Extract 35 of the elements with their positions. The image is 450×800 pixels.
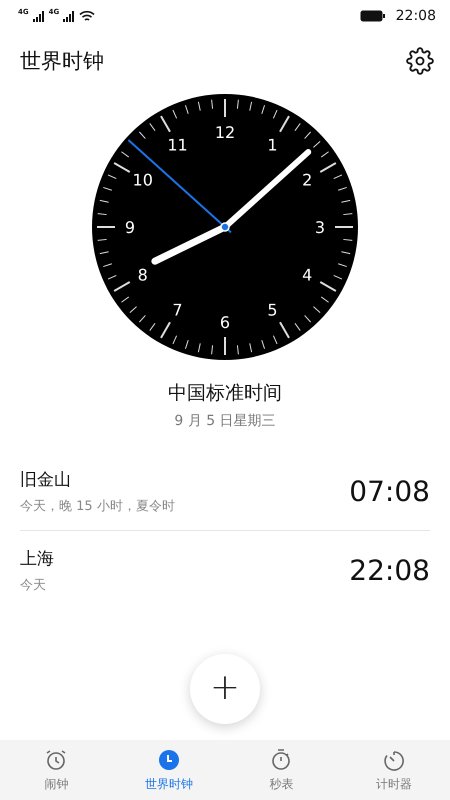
nav-tab[interactable]: 计时器: [338, 740, 450, 800]
signal-icon: [32, 10, 45, 22]
city-time: 07:08: [349, 474, 430, 508]
center-pin: [220, 222, 230, 232]
nav-tab[interactable]: 闹钟: [0, 740, 112, 800]
clock-numeral: 5: [267, 300, 278, 320]
clock-numeral: 10: [132, 170, 153, 190]
city-name: 上海: [20, 548, 55, 570]
wifi-icon: [79, 10, 96, 22]
settings-icon[interactable]: [406, 47, 434, 75]
nav-tab[interactable]: 秒表: [225, 740, 338, 800]
city-time: 22:08: [349, 554, 430, 586]
page-title: 世界时钟: [20, 48, 105, 75]
clock-icon: [156, 748, 181, 772]
time-zone-name: 中国标准时间: [167, 381, 283, 406]
city-offset: 今天: [20, 576, 47, 594]
nav-tab[interactable]: 世界时钟: [112, 740, 225, 800]
clock-numeral: 11: [167, 136, 188, 155]
add-button[interactable]: +: [190, 654, 260, 724]
clock-numeral: 8: [138, 266, 148, 284]
status-time: 22:08: [396, 8, 436, 24]
clock-numeral: 4: [302, 266, 312, 284]
clock-numeral: 2: [302, 170, 312, 190]
clock-numeral: 9: [124, 218, 136, 237]
city-offset: 今天，晚 15 小时，夏令时: [20, 498, 176, 514]
clock-numeral: 7: [172, 300, 183, 320]
battery-icon: [360, 10, 386, 22]
clock-numeral: 3: [314, 218, 326, 237]
date-text: 9 月 5 日星期三: [173, 412, 277, 430]
clock-numeral: 1: [267, 136, 278, 155]
signal-icon: [63, 10, 76, 22]
city-name: 旧金山: [20, 468, 72, 490]
alarm-clock-icon: [44, 748, 68, 772]
clock-numeral: 12: [214, 123, 236, 142]
clock-numeral: 6: [220, 313, 230, 332]
